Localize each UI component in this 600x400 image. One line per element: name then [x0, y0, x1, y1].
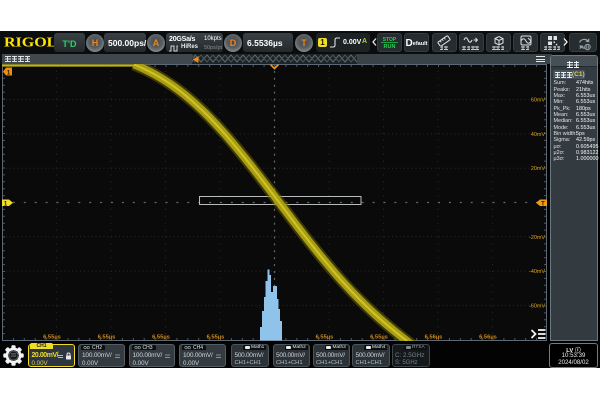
svg-text:T: T — [541, 201, 545, 207]
svg-text:6.56µs: 6.56µs — [425, 335, 443, 341]
svg-text:6.55µs: 6.55µs — [316, 335, 334, 341]
svg-text:6.55µs: 6.55µs — [207, 335, 225, 341]
svg-text:-60mV: -60mV — [529, 303, 545, 309]
svg-text:6.55µs: 6.55µs — [152, 335, 170, 341]
svg-text:6.55µs: 6.55µs — [370, 335, 388, 341]
svg-text:6.56µs: 6.56µs — [479, 335, 497, 341]
svg-text:60mV: 60mV — [531, 98, 545, 104]
svg-text:40mV: 40mV — [531, 132, 545, 138]
svg-text:-20mV: -20mV — [529, 235, 545, 241]
svg-text:6.55µs: 6.55µs — [98, 335, 116, 341]
svg-text:-40mV: -40mV — [529, 269, 545, 275]
svg-text:20mV: 20mV — [531, 166, 545, 172]
svg-text:6.55µs: 6.55µs — [43, 335, 61, 341]
